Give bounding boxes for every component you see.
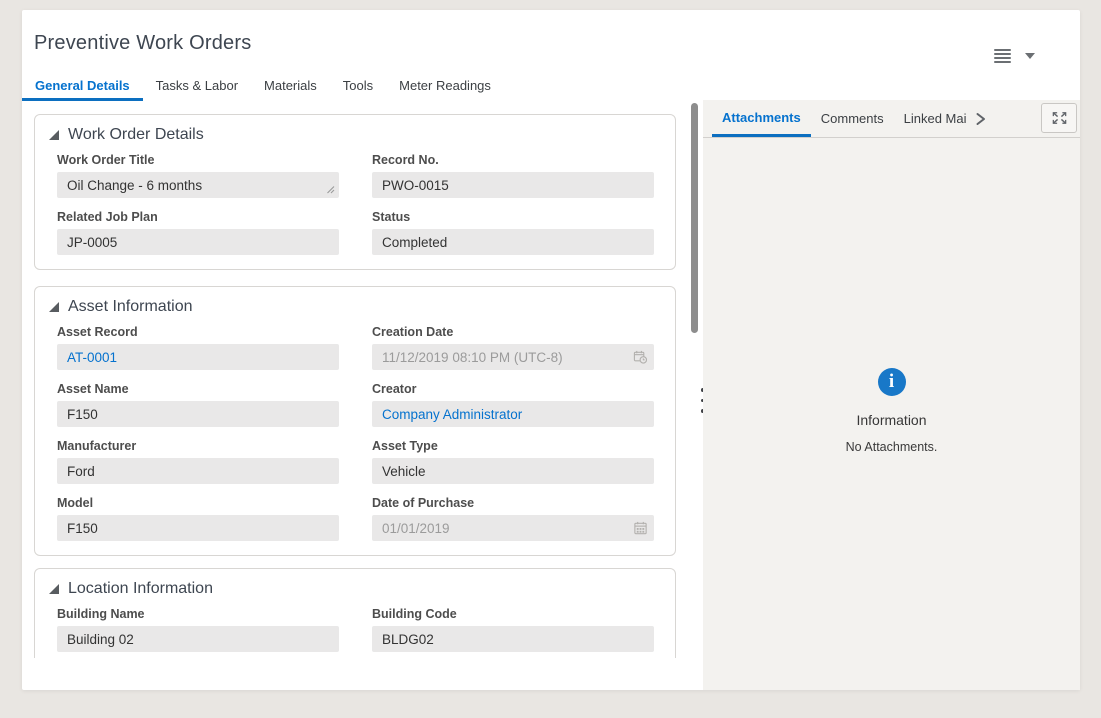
model-input[interactable]: F150 [57, 515, 339, 541]
tab-comments[interactable]: Comments [811, 100, 894, 137]
field-status: Status Completed [372, 210, 654, 255]
field-building-code: Building Code BLDG02 [372, 607, 654, 652]
status-input[interactable]: Completed [372, 229, 654, 255]
creation-date-value: 11/12/2019 08:10 PM (UTC-8) [382, 350, 563, 365]
section-title: Asset Information [68, 298, 193, 316]
section-title: Location Information [68, 580, 213, 598]
work-order-title-textarea[interactable]: Oil Change - 6 months [57, 172, 339, 198]
record-no-input[interactable]: PWO-0015 [372, 172, 654, 198]
expand-arrows-icon [1050, 110, 1069, 126]
field-related-job-plan: Related Job Plan JP-0005 [57, 210, 339, 255]
info-icon: i [878, 368, 906, 396]
field-label: Asset Record [57, 325, 339, 340]
date-of-purchase-input: 01/01/2019 [372, 515, 654, 541]
empty-state-message: No Attachments. [846, 440, 938, 454]
section-title: Work Order Details [68, 126, 204, 144]
asset-name-input[interactable]: F150 [57, 401, 339, 427]
field-label: Creator [372, 382, 654, 397]
field-date-of-purchase: Date of Purchase 01/01/2019 [372, 496, 654, 541]
empty-state-title: Information [856, 412, 926, 428]
field-asset-type: Asset Type Vehicle [372, 439, 654, 484]
field-label: Creation Date [372, 325, 654, 340]
screen: Preventive Work Orders General Details T… [0, 0, 1101, 718]
field-model: Model F150 [57, 496, 339, 541]
form-scroll-area: Work Order Details Work Order Title Oil … [22, 102, 698, 658]
field-label: Date of Purchase [372, 496, 654, 511]
section-work-order-details: Work Order Details Work Order Title Oil … [34, 114, 676, 270]
building-code-input[interactable]: BLDG02 [372, 626, 654, 652]
section-collapse-header[interactable]: Asset Information [48, 296, 654, 318]
hamburger-menu-icon[interactable] [994, 49, 1011, 63]
tab-overflow-chevron-right-icon[interactable] [968, 100, 993, 137]
textarea-resize-handle-icon[interactable] [326, 185, 335, 194]
tab-linked-mail[interactable]: Linked Mai [894, 100, 968, 137]
attachments-panel: Attachments Comments Linked Mai i In [703, 100, 1080, 690]
field-label: Asset Type [372, 439, 654, 454]
field-asset-name: Asset Name F150 [57, 382, 339, 427]
tab-tools[interactable]: Tools [330, 74, 386, 101]
field-creator: Creator Company Administrator [372, 382, 654, 427]
tab-meter-readings[interactable]: Meter Readings [386, 74, 504, 101]
section-asset-information: Asset Information Asset Record AT-0001 C… [34, 286, 676, 556]
field-label: Related Job Plan [57, 210, 339, 225]
building-name-input[interactable]: Building 02 [57, 626, 339, 652]
asset-record-link[interactable]: AT-0001 [57, 344, 339, 370]
creator-link[interactable]: Company Administrator [372, 401, 654, 427]
panel-tab-bar: Attachments Comments Linked Mai [703, 100, 1080, 138]
chevron-down-icon[interactable] [1025, 53, 1035, 59]
section-collapse-header[interactable]: Work Order Details [48, 124, 654, 146]
main-tab-bar: General Details Tasks & Labor Materials … [22, 74, 504, 101]
field-label: Building Code [372, 607, 654, 622]
calendar-icon [633, 521, 648, 536]
field-building-name: Building Name Building 02 [57, 607, 339, 652]
field-label: Status [372, 210, 654, 225]
field-asset-record: Asset Record AT-0001 [57, 325, 339, 370]
field-label: Model [57, 496, 339, 511]
calendar-clock-icon [633, 350, 648, 365]
expand-panel-button[interactable] [1041, 103, 1077, 133]
date-of-purchase-value: 01/01/2019 [382, 521, 450, 536]
field-work-order-title: Work Order Title Oil Change - 6 months [57, 153, 339, 198]
field-record-no: Record No. PWO-0015 [372, 153, 654, 198]
page-actions-menu[interactable] [994, 49, 1035, 63]
tab-general-details[interactable]: General Details [22, 74, 143, 101]
collapse-triangle-icon [49, 302, 59, 312]
section-location-information: Location Information Building Name Build… [34, 568, 676, 658]
related-job-plan-input[interactable]: JP-0005 [57, 229, 339, 255]
field-label: Manufacturer [57, 439, 339, 454]
field-label: Work Order Title [57, 153, 339, 168]
tab-attachments[interactable]: Attachments [712, 100, 811, 137]
field-manufacturer: Manufacturer Ford [57, 439, 339, 484]
section-collapse-header[interactable]: Location Information [48, 578, 654, 600]
collapse-triangle-icon [49, 130, 59, 140]
tab-materials[interactable]: Materials [251, 74, 330, 101]
vertical-scrollbar-thumb[interactable] [691, 103, 698, 333]
asset-type-input[interactable]: Vehicle [372, 458, 654, 484]
field-creation-date: Creation Date 11/12/2019 08:10 PM (UTC-8… [372, 325, 654, 370]
field-label: Asset Name [57, 382, 339, 397]
field-label: Record No. [372, 153, 654, 168]
manufacturer-input[interactable]: Ford [57, 458, 339, 484]
collapse-triangle-icon [49, 584, 59, 594]
page-title: Preventive Work Orders [34, 32, 251, 55]
attachments-empty-state: i Information No Attachments. [703, 368, 1080, 454]
field-label: Building Name [57, 607, 339, 622]
tab-tasks-labor[interactable]: Tasks & Labor [143, 74, 251, 101]
creation-date-input: 11/12/2019 08:10 PM (UTC-8) [372, 344, 654, 370]
